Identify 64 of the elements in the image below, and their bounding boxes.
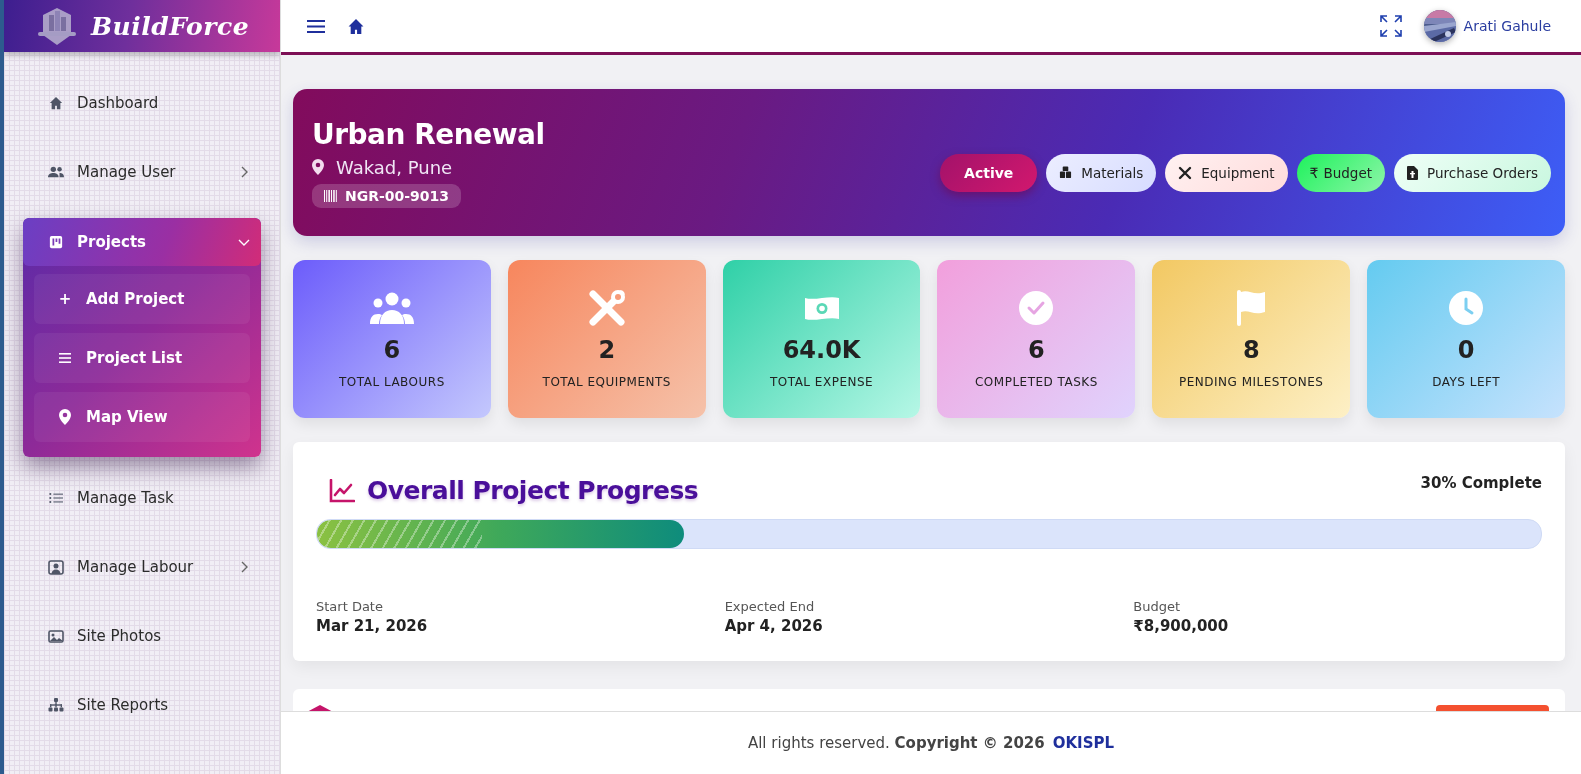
id-card-icon [47, 559, 64, 575]
list-icon [59, 353, 71, 363]
sidebar-item[interactable]: Manage Task [23, 481, 261, 515]
hierarchy-icon [47, 698, 64, 712]
brand-name: BuildForce [90, 11, 250, 41]
line-chart-icon [329, 478, 355, 503]
sidebar-item[interactable]: Manage Labour [23, 550, 261, 584]
sidebar-item[interactable]: Dashboard [23, 86, 261, 120]
stat-label: TOTAL LABOURS [339, 375, 445, 389]
boxes-icon [1059, 166, 1073, 179]
home-icon [48, 96, 63, 110]
stat-label: TOTAL EQUIPMENTS [542, 375, 671, 389]
submenu-item[interactable]: Map View [34, 392, 250, 442]
stat-label: PENDING MILESTONES [1179, 375, 1324, 389]
home-icon[interactable] [347, 17, 365, 35]
company-link[interactable]: OKISPL [1052, 734, 1115, 752]
detail-label: Start Date [316, 599, 384, 614]
sidebar-item[interactable]: Manage User [23, 155, 261, 189]
section-title: Overall Project Progress [367, 476, 699, 505]
detail-label: Budget [1133, 599, 1182, 614]
users-icon [47, 165, 64, 179]
action-button[interactable]: Materials [1046, 153, 1157, 192]
menu-icon[interactable] [307, 18, 325, 34]
stat-label: TOTAL EXPENSE [769, 375, 874, 389]
status-badge: Active [940, 153, 1038, 192]
submenu-item[interactable]: Project List [34, 333, 250, 383]
sidebar-item[interactable]: Site Reports [23, 688, 261, 722]
sidebar-item[interactable]: Site Photos [23, 619, 261, 653]
stat-value: 0 [1457, 336, 1475, 364]
list-icon [48, 492, 63, 504]
user-name[interactable]: Arati Gahule [1463, 18, 1551, 34]
action-button[interactable]: ₹ Budget [1296, 153, 1385, 192]
action-button[interactable]: Equipment [1165, 153, 1288, 192]
stat-value: 6 [1028, 336, 1045, 364]
users-icon [369, 291, 414, 325]
stat-value: 64.0K [782, 336, 861, 364]
image-icon [47, 629, 64, 643]
project-location: Wakad, Pune [336, 156, 453, 178]
rupee-icon: ₹ [1309, 164, 1319, 181]
barcode-icon [324, 189, 337, 202]
submenu-item[interactable]: + Add Project [34, 274, 250, 324]
board-icon [48, 235, 63, 249]
invoice-icon [1407, 165, 1418, 180]
detail-value: ₹8,900,000 [1133, 617, 1230, 635]
action-button[interactable]: Purchase Orders [1394, 153, 1551, 192]
detail-label: Expected End [724, 599, 816, 614]
progress-reading: 30% Complete [1420, 474, 1542, 492]
location-pin-icon [312, 159, 324, 175]
detail-value: Apr 4, 2026 [724, 617, 824, 635]
project-title: Urban Renewal [312, 117, 545, 151]
check-circle-icon [1018, 290, 1055, 326]
clock-icon [1448, 290, 1485, 326]
stat-label: COMPLETED TASKS [974, 375, 1098, 389]
footer-text: All rights reserved. Copyright © 2026 [747, 734, 1045, 752]
project-code-badge: NGR-00-9013 [312, 183, 462, 208]
stat-label: DAYS LEFT [1432, 375, 1500, 389]
stat-value: 6 [383, 336, 401, 364]
location-pin-icon [59, 409, 71, 425]
sidebar-item[interactable]: Projects [23, 218, 261, 266]
fullscreen-icon[interactable] [1379, 15, 1402, 37]
stat-value: 2 [598, 336, 616, 364]
stat-value: 8 [1242, 336, 1260, 364]
flag-icon [1235, 289, 1268, 327]
detail-value: Mar 21, 2026 [316, 617, 429, 635]
